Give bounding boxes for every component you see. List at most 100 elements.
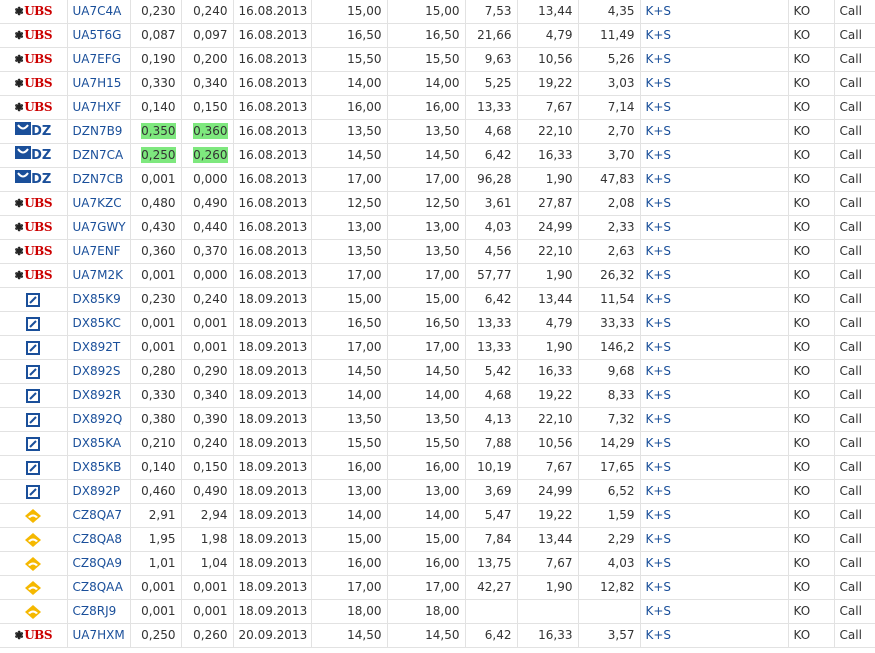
underlying-cell[interactable]: K+S [640,143,789,168]
security-code-cell[interactable]: DX892P [67,479,131,504]
underlying-cell[interactable]: K+S [640,119,789,144]
table-row[interactable]: ❃UBS UA7C4A 0,230 0,240 16.08.2013 15,00 15,00… [0,0,875,24]
security-code-link[interactable]: UA7ENF [73,244,121,258]
security-code-link[interactable]: UA5T6G [73,28,122,42]
underlying-cell[interactable]: K+S [640,311,789,336]
underlying-link[interactable]: K+S [646,436,672,450]
underlying-link[interactable]: K+S [646,412,672,426]
table-row[interactable]: ❃UBS UA5T6G 0,087 0,097 16.08.2013 16,50 16,50… [0,23,875,48]
underlying-link[interactable]: K+S [646,292,672,306]
underlying-link[interactable]: K+S [646,364,672,378]
underlying-cell[interactable]: K+S [640,263,789,288]
underlying-cell[interactable]: K+S [640,359,789,384]
underlying-cell[interactable]: K+S [640,191,789,216]
security-code-cell[interactable]: UA7GWY [67,215,131,240]
table-row[interactable]: DX85K9 0,230 0,240 18.09.2013 15,00 15,00 6,42… [0,287,875,312]
security-code-link[interactable]: CZ8QAA [73,580,123,594]
underlying-link[interactable]: K+S [646,340,672,354]
table-row[interactable]: CZ8QA7 2,91 2,94 18.09.2013 14,00 14,00 5,47 19… [0,503,875,528]
security-code-cell[interactable]: DZN7CA [67,143,131,168]
security-code-cell[interactable]: UA7HXM [67,623,131,648]
table-row[interactable]: DX85KB 0,140 0,150 18.09.2013 16,00 16,00 10,1… [0,455,875,480]
underlying-link[interactable]: K+S [646,4,672,18]
underlying-cell[interactable]: K+S [640,95,789,120]
security-code-cell[interactable]: UA7M2K [67,263,131,288]
security-code-link[interactable]: UA7C4A [73,4,122,18]
security-code-cell[interactable]: UA7C4A [67,0,131,24]
underlying-cell[interactable]: K+S [640,239,789,264]
underlying-link[interactable]: K+S [646,52,672,66]
security-code-cell[interactable]: UA7HXF [67,95,131,120]
security-code-cell[interactable]: DX892T [67,335,131,360]
security-code-link[interactable]: DZN7CA [73,148,124,162]
underlying-link[interactable]: K+S [646,76,672,90]
underlying-link[interactable]: K+S [646,244,672,258]
table-row[interactable]: ❃UBS UA7ENF 0,360 0,370 16.08.2013 13,50 13,50… [0,239,875,264]
underlying-cell[interactable]: K+S [640,455,789,480]
table-row[interactable]: DX85KC 0,001 0,001 18.09.2013 16,50 16,50 13,3… [0,311,875,336]
table-row[interactable]: CZ8QA9 1,01 1,04 18.09.2013 16,00 16,00 13,75 7… [0,551,875,576]
security-code-cell[interactable]: DX85KB [67,455,131,480]
underlying-cell[interactable]: K+S [640,167,789,192]
underlying-cell[interactable]: K+S [640,503,789,528]
table-row[interactable]: DX85KA 0,210 0,240 18.09.2013 15,50 15,50 7,88… [0,431,875,456]
security-code-link[interactable]: CZ8QA7 [73,508,123,522]
table-row[interactable]: DX892Q 0,380 0,390 18.09.2013 13,50 13,50 4,13… [0,407,875,432]
security-code-link[interactable]: UA7HXM [73,628,125,642]
security-code-cell[interactable]: UA7H15 [67,71,131,96]
security-code-cell[interactable]: CZ8RJ9 [67,599,131,624]
underlying-link[interactable]: K+S [646,556,672,570]
underlying-cell[interactable]: K+S [640,215,789,240]
security-code-cell[interactable]: UA7KZC [67,191,131,216]
underlying-link[interactable]: K+S [646,100,672,114]
underlying-cell[interactable]: K+S [640,551,789,576]
underlying-cell[interactable]: K+S [640,623,789,648]
underlying-link[interactable]: K+S [646,28,672,42]
underlying-link[interactable]: K+S [646,172,672,186]
table-row[interactable]: ❃UBS UA7HXF 0,140 0,150 16.08.2013 16,00 16,00… [0,95,875,120]
table-row[interactable]: DX892R 0,330 0,340 18.09.2013 14,00 14,00 4,68… [0,383,875,408]
security-code-link[interactable]: DX892R [73,388,122,402]
security-code-cell[interactable]: CZ8QA7 [67,503,131,528]
underlying-link[interactable]: K+S [646,508,672,522]
underlying-link[interactable]: K+S [646,460,672,474]
security-code-link[interactable]: UA7GWY [73,220,126,234]
security-code-link[interactable]: DX892P [73,484,121,498]
security-code-cell[interactable]: UA5T6G [67,23,131,48]
security-code-link[interactable]: UA7EFG [73,52,121,66]
underlying-cell[interactable]: K+S [640,575,789,600]
underlying-link[interactable]: K+S [646,628,672,642]
security-code-link[interactable]: DX892Q [73,412,123,426]
underlying-link[interactable]: K+S [646,124,672,138]
security-code-link[interactable]: DZN7B9 [73,124,123,138]
security-code-link[interactable]: UA7M2K [73,268,123,282]
underlying-cell[interactable]: K+S [640,527,789,552]
table-row[interactable]: ❃UBS UA7H15 0,330 0,340 16.08.2013 14,00 14,00… [0,71,875,96]
table-row[interactable]: ❃UBS UA7EFG 0,190 0,200 16.08.2013 15,50 15,50… [0,47,875,72]
underlying-link[interactable]: K+S [646,532,672,546]
underlying-cell[interactable]: K+S [640,431,789,456]
underlying-link[interactable]: K+S [646,604,672,618]
table-row[interactable]: ❃UBS UA7KZC 0,480 0,490 16.08.2013 12,50 12,50… [0,191,875,216]
table-row[interactable]: CZ8RJ9 0,001 0,001 18.09.2013 18,00 18,00 K+S K… [0,599,875,624]
underlying-cell[interactable]: K+S [640,335,789,360]
underlying-link[interactable]: K+S [646,484,672,498]
table-row[interactable]: CZ8QA8 1,95 1,98 18.09.2013 15,00 15,00 7,84 13… [0,527,875,552]
security-code-cell[interactable]: CZ8QAA [67,575,131,600]
underlying-cell[interactable]: K+S [640,599,789,624]
security-code-link[interactable]: DX85KC [73,316,121,330]
security-code-link[interactable]: UA7H15 [73,76,122,90]
security-code-link[interactable]: DX892S [73,364,121,378]
table-row[interactable]: CZ8QAA 0,001 0,001 18.09.2013 17,00 17,00 42,2… [0,575,875,600]
security-code-cell[interactable]: DX85K9 [67,287,131,312]
security-code-cell[interactable]: DZN7CB [67,167,131,192]
table-row[interactable]: DX892P 0,460 0,490 18.09.2013 13,00 13,00 3,69… [0,479,875,504]
underlying-cell[interactable]: K+S [640,0,789,24]
security-code-link[interactable]: DX85K9 [73,292,121,306]
table-row[interactable]: DX892S 0,280 0,290 18.09.2013 14,50 14,50 5,42… [0,359,875,384]
security-code-cell[interactable]: DX892Q [67,407,131,432]
table-row[interactable]: ❃UBS UA7HXM 0,250 0,260 20.09.2013 14,50 14,50… [0,623,875,648]
security-code-link[interactable]: CZ8QA9 [73,556,123,570]
security-code-link[interactable]: DX85KB [73,460,122,474]
security-code-link[interactable]: DZN7CB [73,172,124,186]
